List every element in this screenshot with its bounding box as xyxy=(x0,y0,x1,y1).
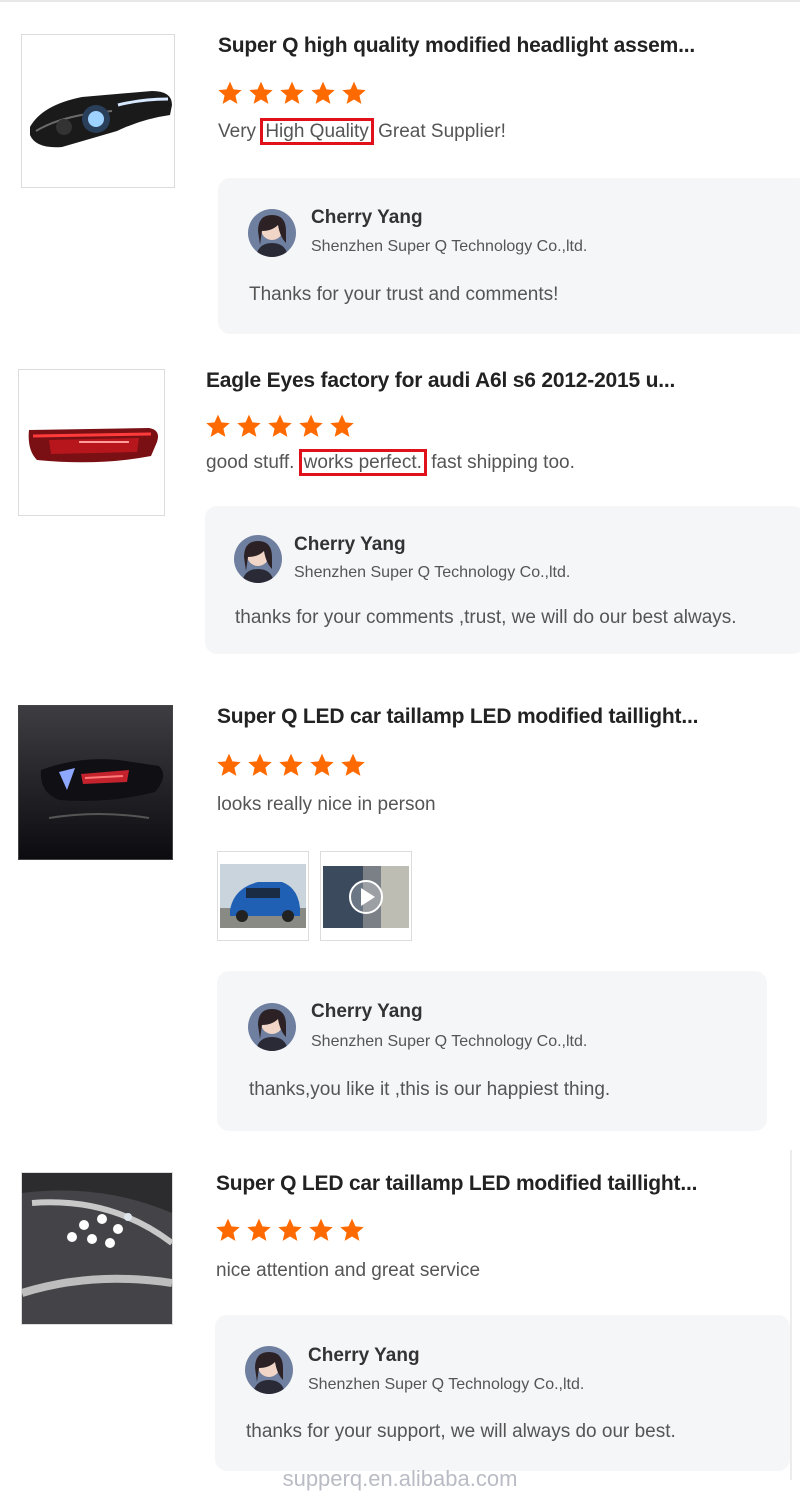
product-title[interactable]: Super Q LED car taillamp LED modified ta… xyxy=(217,705,698,729)
reply-author-name: Cherry Yang xyxy=(311,1001,423,1022)
star-icon xyxy=(277,1217,303,1243)
star-icon xyxy=(298,413,324,439)
comment-text: Great Supplier! xyxy=(378,121,506,142)
star-icon xyxy=(310,80,336,106)
star-icon xyxy=(278,752,304,778)
review-comment: good stuff. works perfect. fast shipping… xyxy=(206,449,575,476)
star-icon xyxy=(308,1217,334,1243)
comment-text: looks really nice in person xyxy=(217,794,436,815)
star-rating xyxy=(215,1217,365,1243)
highlighted-phrase: High Quality xyxy=(260,118,374,145)
star-icon xyxy=(216,752,242,778)
attachment-photo-thumbnail[interactable] xyxy=(217,851,309,941)
reply-author-name: Cherry Yang xyxy=(294,534,406,555)
star-icon xyxy=(279,80,305,106)
seller-reply: Cherry Yang Shenzhen Super Q Technology … xyxy=(217,971,767,1131)
seller-reply: Cherry Yang Shenzhen Super Q Technology … xyxy=(215,1315,790,1471)
star-icon xyxy=(217,80,243,106)
star-icon xyxy=(340,752,366,778)
avatar xyxy=(234,535,282,583)
star-icon xyxy=(248,80,274,106)
comment-text: nice attention and great service xyxy=(216,1260,481,1281)
product-thumbnail-led-lamp[interactable] xyxy=(21,1172,173,1325)
attachment-video-thumbnail[interactable] xyxy=(320,851,412,941)
product-thumbnail-taillight[interactable] xyxy=(18,369,165,516)
top-divider xyxy=(0,0,800,2)
star-icon xyxy=(339,1217,365,1243)
right-divider xyxy=(790,1150,792,1480)
comment-text: Very xyxy=(218,121,257,142)
seller-reply: Cherry Yang Shenzhen Super Q Technology … xyxy=(218,178,800,334)
product-title[interactable]: Super Q LED car taillamp LED modified ta… xyxy=(216,1172,697,1196)
star-icon xyxy=(329,413,355,439)
reply-author-name: Cherry Yang xyxy=(311,207,423,228)
seller-reply: Cherry Yang Shenzhen Super Q Technology … xyxy=(205,506,800,654)
reply-text: thanks for your comments ,trust, we will… xyxy=(235,607,737,628)
reply-author-name: Cherry Yang xyxy=(308,1345,420,1366)
star-icon xyxy=(205,413,231,439)
star-rating xyxy=(205,413,355,439)
comment-text: good stuff. xyxy=(206,452,295,473)
reply-text: thanks,you like it ,this is our happiest… xyxy=(249,1079,611,1100)
reply-company: Shenzhen Super Q Technology Co.,ltd. xyxy=(294,564,571,581)
comment-text: fast shipping too. xyxy=(431,452,575,473)
avatar xyxy=(248,209,296,257)
star-rating xyxy=(216,752,366,778)
star-icon xyxy=(215,1217,241,1243)
star-icon xyxy=(309,752,335,778)
reply-company: Shenzhen Super Q Technology Co.,ltd. xyxy=(311,238,588,255)
review-comment: Very High Quality Great Supplier! xyxy=(218,118,506,145)
review-comment: nice attention and great service xyxy=(216,1260,480,1282)
reply-text: Thanks for your trust and comments! xyxy=(249,284,559,305)
avatar xyxy=(248,1003,296,1051)
star-icon xyxy=(267,413,293,439)
watermark: supperq.en.alibaba.com xyxy=(282,1466,518,1491)
star-icon xyxy=(341,80,367,106)
product-thumbnail-taillamp[interactable] xyxy=(18,705,173,860)
review-comment: looks really nice in person xyxy=(217,794,436,816)
product-title[interactable]: Eagle Eyes factory for audi A6l s6 2012-… xyxy=(206,369,675,393)
reply-text: thanks for your support, we will always … xyxy=(246,1421,676,1442)
reply-company: Shenzhen Super Q Technology Co.,ltd. xyxy=(308,1376,585,1393)
star-rating xyxy=(217,80,367,106)
star-icon xyxy=(247,752,273,778)
star-icon xyxy=(236,413,262,439)
product-thumbnail-headlight[interactable] xyxy=(21,34,175,188)
star-icon xyxy=(246,1217,272,1243)
reply-company: Shenzhen Super Q Technology Co.,ltd. xyxy=(311,1033,588,1050)
highlighted-phrase: works perfect. xyxy=(298,449,427,476)
avatar xyxy=(245,1346,293,1394)
product-title[interactable]: Super Q high quality modified headlight … xyxy=(218,34,695,58)
